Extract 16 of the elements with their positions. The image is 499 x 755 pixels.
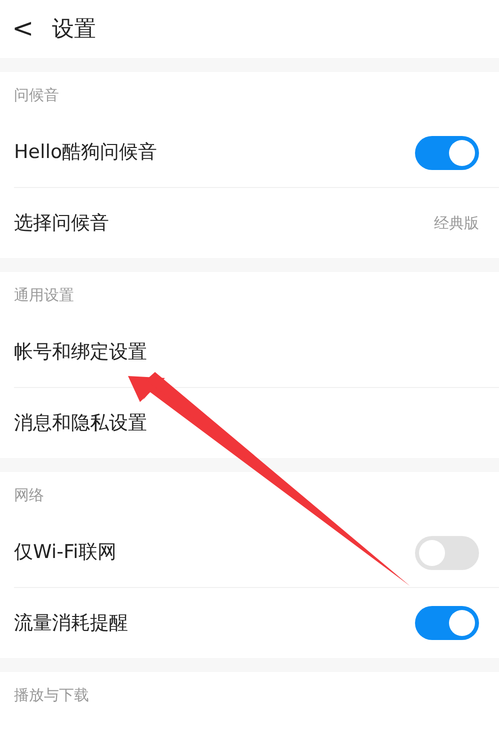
section-title: 问候音 xyxy=(14,84,59,106)
setting-label: Hello酷狗问候音 xyxy=(14,140,158,166)
section-title: 播放与下载 xyxy=(14,684,89,706)
setting-value: 经典版 xyxy=(434,212,479,234)
setting-label[interactable]: 选择问候音 xyxy=(14,208,109,238)
toggle-switch[interactable] xyxy=(415,136,479,170)
setting-label: 仅Wi-Fi联网 xyxy=(14,540,116,566)
toggle-switch[interactable] xyxy=(415,536,479,570)
page-title: 设置 xyxy=(52,16,96,44)
setting-label[interactable]: 消息和隐私设置 xyxy=(14,408,147,438)
toggle-switch[interactable] xyxy=(415,606,479,640)
section-title: 网络 xyxy=(14,484,44,506)
setting-label: 流量消耗提醒 xyxy=(14,610,128,636)
back-button[interactable]: < xyxy=(12,16,34,42)
section-title: 通用设置 xyxy=(14,284,74,306)
setting-label[interactable]: 帐号和绑定设置 xyxy=(14,338,147,367)
